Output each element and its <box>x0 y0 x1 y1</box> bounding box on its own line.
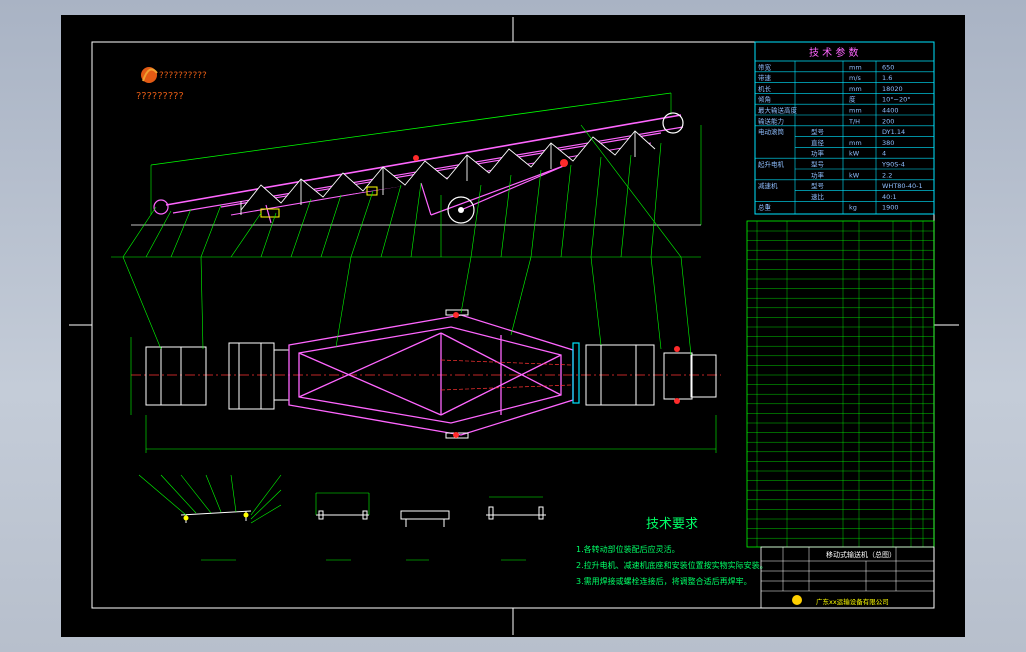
side-elevation-view <box>111 92 702 258</box>
tech-param-group: 起升电机 <box>758 160 785 169</box>
requirement-3: 3.需用焊接或螺栓连接后，将调整合适后再焊牢。 <box>576 576 752 586</box>
tech-param-unit: kW <box>849 171 860 179</box>
tech-param-group: 减速机 <box>758 181 778 190</box>
tech-param-unit: T/H <box>848 117 860 125</box>
tech-param-value: 1.6 <box>882 74 892 82</box>
tech-param-value: 40:1 <box>882 193 897 201</box>
title-block: 移动式输送机（总图） 广东xx运输设备有限公司 <box>760 546 935 609</box>
tech-param-name: 直径 <box>811 138 825 147</box>
technical-requirements: 技术要求 1.各转动部位装配后应灵活。 2.拉升电机、减速机底座和安装位置按实物… <box>576 517 768 586</box>
tech-param-name: 机长 <box>758 84 772 93</box>
tech-param-value: 1900 <box>882 204 899 212</box>
tech-param-value: 650 <box>882 63 894 71</box>
tech-param-name: 速比 <box>811 192 825 201</box>
company-logo: ?????????? ????????? <box>136 67 207 102</box>
logo-text: ?????????? <box>159 71 207 81</box>
tech-param-name: 倾角 <box>758 95 771 104</box>
tech-param-group: 电动滚筒 <box>758 127 785 136</box>
tech-param-value: 2.2 <box>882 171 892 179</box>
tech-param-name: 带速 <box>758 74 772 82</box>
tech-params-table: 技 术 参 数 带宽 mm 650 带速 m/s 1.6 机长 mm 18020 倾角 度 10°~2… <box>754 41 935 215</box>
company-name: 广东xx运输设备有限公司 <box>816 597 889 606</box>
tech-param-value: 200 <box>882 117 894 125</box>
drawing-border <box>91 41 935 609</box>
tech-param-value: WHT80-40-1 <box>882 182 923 190</box>
drawing-name: 移动式输送机（总图） <box>826 550 896 559</box>
tech-param-name: 带宽 <box>758 62 772 71</box>
tech-param-value: 4 <box>882 150 886 158</box>
plan-view <box>122 256 721 453</box>
tech-param-name: 型号 <box>811 160 825 169</box>
tech-params-title: 技 术 参 数 <box>809 46 859 59</box>
tech-param-value: DY1.14 <box>882 128 905 136</box>
cad-drawing-sheet: ?????????? ????????? 技术要求 1.各转动部位装配后应灵活。… <box>61 15 965 637</box>
tech-param-unit: mm <box>849 63 862 71</box>
tech-param-name: 功率 <box>811 149 825 158</box>
tech-param-value: Y90S-4 <box>881 161 905 169</box>
tech-param-name: 功率 <box>811 170 825 179</box>
tech-param-name: 输送能力 <box>758 116 784 125</box>
tech-param-value: 18020 <box>882 85 903 93</box>
tech-param-unit: kW <box>849 150 860 158</box>
section-details <box>138 474 546 561</box>
tech-param-unit: mm <box>849 107 862 115</box>
tech-param-unit: mm <box>849 85 862 93</box>
tech-param-name: 最大输送高度 <box>758 106 798 115</box>
tech-param-name: 型号 <box>811 181 825 190</box>
tech-param-unit: kg <box>849 204 857 212</box>
tech-param-value: 10°~20° <box>882 96 911 104</box>
tech-param-unit: m/s <box>849 74 862 82</box>
requirement-1: 1.各转动部位装配后应灵活。 <box>576 544 680 554</box>
tech-param-name: 型号 <box>811 127 825 136</box>
company-subtitle: ????????? <box>136 91 184 102</box>
tech-param-unit: 度 <box>849 95 856 104</box>
requirements-title: 技术要求 <box>646 517 698 532</box>
tech-param-value: 4400 <box>882 107 899 115</box>
requirement-2: 2.拉升电机、减速机底座和安装位置按实物实际安装。 <box>576 560 768 570</box>
tech-param-name: 总重 <box>758 203 772 212</box>
tech-param-unit: mm <box>849 139 862 147</box>
parts-list-table <box>746 220 935 548</box>
tech-param-value: 380 <box>882 139 894 147</box>
